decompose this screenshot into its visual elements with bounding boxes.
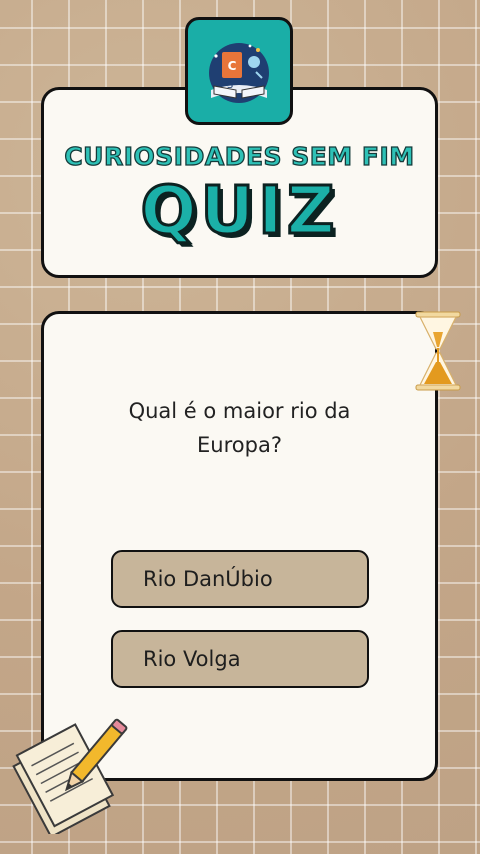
app-logo-icon: C S bbox=[185, 17, 293, 125]
open-book-science-icon: C S bbox=[209, 43, 269, 103]
logo-letter-s: S bbox=[227, 80, 233, 91]
question-card: Qual é o maior rio da Europa? Rio DanÚbi… bbox=[41, 311, 438, 781]
notes-pencil-icon bbox=[12, 718, 128, 834]
answer-label: Rio Volga bbox=[143, 647, 241, 671]
answer-button-1[interactable]: Rio DanÚbio bbox=[111, 550, 369, 608]
answer-label: Rio DanÚbio bbox=[143, 567, 273, 591]
hourglass-icon bbox=[415, 311, 461, 391]
question-text: Qual é o maior rio da Europa? bbox=[128, 399, 351, 457]
logo-letter-c: C bbox=[228, 59, 237, 73]
page-title: QUIZ bbox=[139, 171, 339, 251]
answer-button-2[interactable]: Rio Volga bbox=[111, 630, 369, 688]
subtitle: CURIOSIDADES SEM FIM bbox=[64, 141, 415, 171]
